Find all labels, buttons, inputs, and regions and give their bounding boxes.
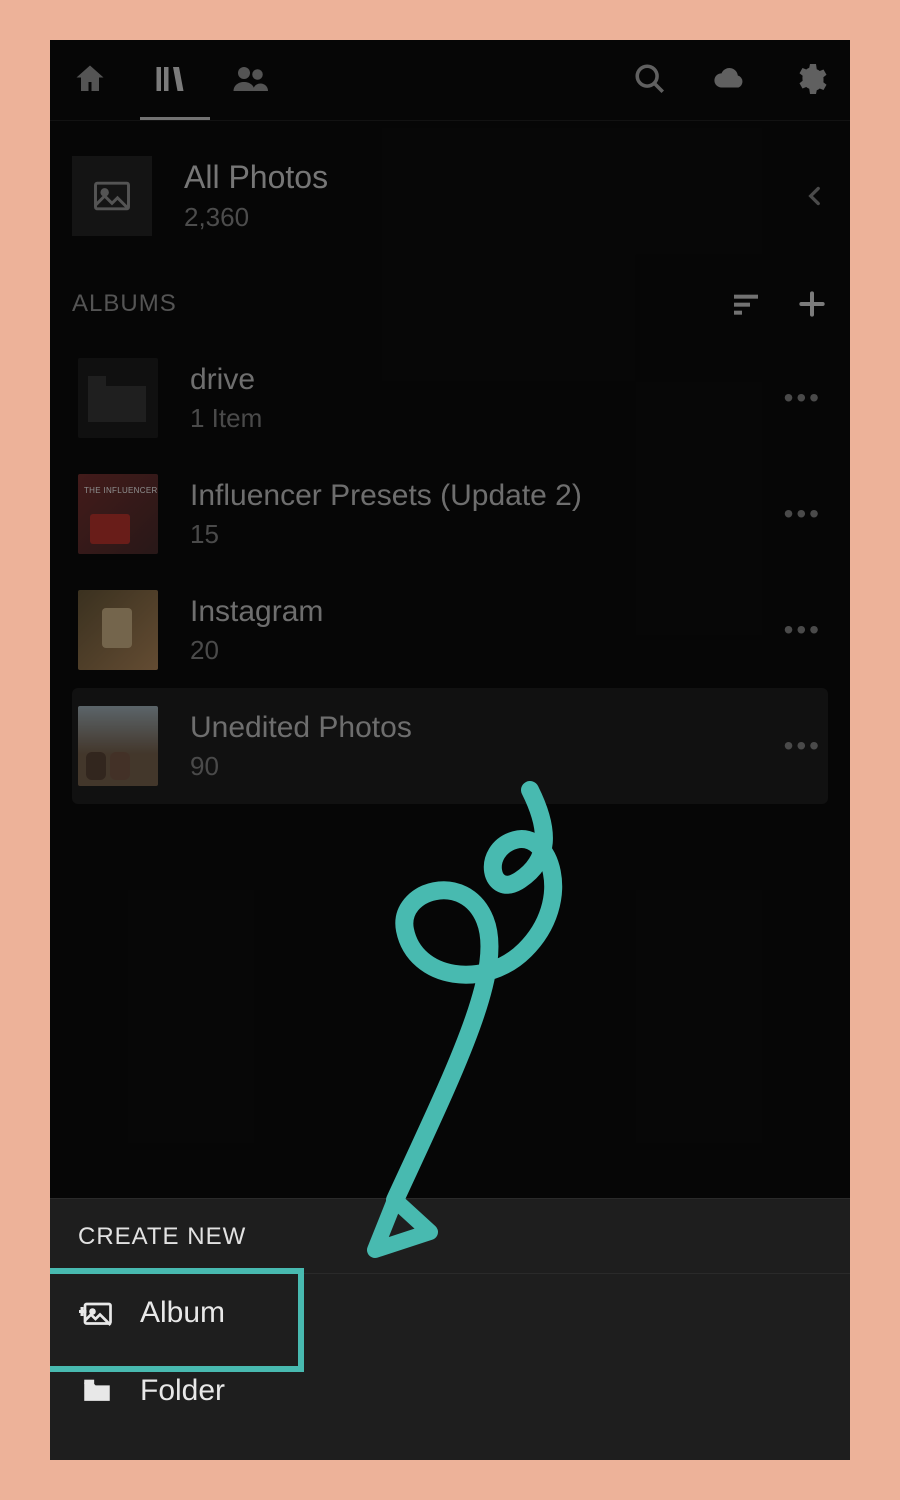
album-row-unedited[interactable]: Unedited Photos 90 ••• [72, 688, 828, 804]
sheet-header: CREATE NEW [50, 1199, 850, 1274]
more-icon[interactable]: ••• [784, 730, 822, 762]
albums-section-header: ALBUMS [72, 288, 828, 320]
cloud-icon[interactable] [708, 57, 752, 101]
album-title: Unedited Photos [190, 711, 412, 745]
folder-icon [78, 1372, 116, 1410]
all-photos-title: All Photos [184, 159, 328, 196]
more-icon[interactable]: ••• [784, 614, 822, 646]
album-row-drive[interactable]: drive 1 Item ••• [72, 340, 828, 456]
add-album-icon [78, 1294, 116, 1332]
album-thumbnail [78, 706, 158, 786]
all-photos-row[interactable]: All Photos 2,360 [72, 146, 828, 250]
add-icon[interactable] [796, 288, 828, 320]
album-title: drive [190, 363, 262, 397]
album-count: 15 [190, 519, 582, 550]
sort-icon[interactable] [730, 288, 762, 320]
home-icon[interactable] [68, 57, 112, 101]
create-album-option[interactable]: Album [50, 1274, 850, 1352]
topbar-divider [50, 120, 850, 121]
album-title: Instagram [190, 595, 323, 629]
people-icon[interactable] [228, 57, 272, 101]
album-title: Influencer Presets (Update 2) [190, 479, 582, 513]
app-frame: All Photos 2,360 ALBUMS drive [50, 40, 850, 1460]
search-icon[interactable] [628, 57, 672, 101]
create-folder-option[interactable]: Folder [50, 1352, 850, 1430]
create-album-label: Album [140, 1296, 225, 1330]
album-count: 90 [190, 751, 412, 782]
thumbnail-overlay-text: THE INFLUENCER [84, 486, 158, 495]
folder-icon [78, 358, 158, 438]
library-icon[interactable] [148, 57, 192, 101]
top-bar [50, 40, 850, 118]
create-folder-label: Folder [140, 1374, 225, 1408]
gear-icon[interactable] [788, 57, 832, 101]
more-icon[interactable]: ••• [784, 498, 822, 530]
album-thumbnail [78, 590, 158, 670]
more-icon[interactable]: ••• [784, 382, 822, 414]
album-row-instagram[interactable]: Instagram 20 ••• [72, 572, 828, 688]
image-icon [72, 156, 152, 236]
sheet-title: CREATE NEW [78, 1223, 822, 1251]
all-photos-count: 2,360 [184, 202, 328, 233]
album-row-presets[interactable]: THE INFLUENCER Influencer Presets (Updat… [72, 456, 828, 572]
create-new-sheet: CREATE NEW Album Folder [50, 1198, 850, 1460]
album-count: 1 Item [190, 403, 262, 434]
album-count: 20 [190, 635, 323, 666]
chevron-left-icon[interactable] [802, 183, 828, 209]
album-thumbnail: THE INFLUENCER [78, 474, 158, 554]
albums-label: ALBUMS [72, 290, 177, 318]
